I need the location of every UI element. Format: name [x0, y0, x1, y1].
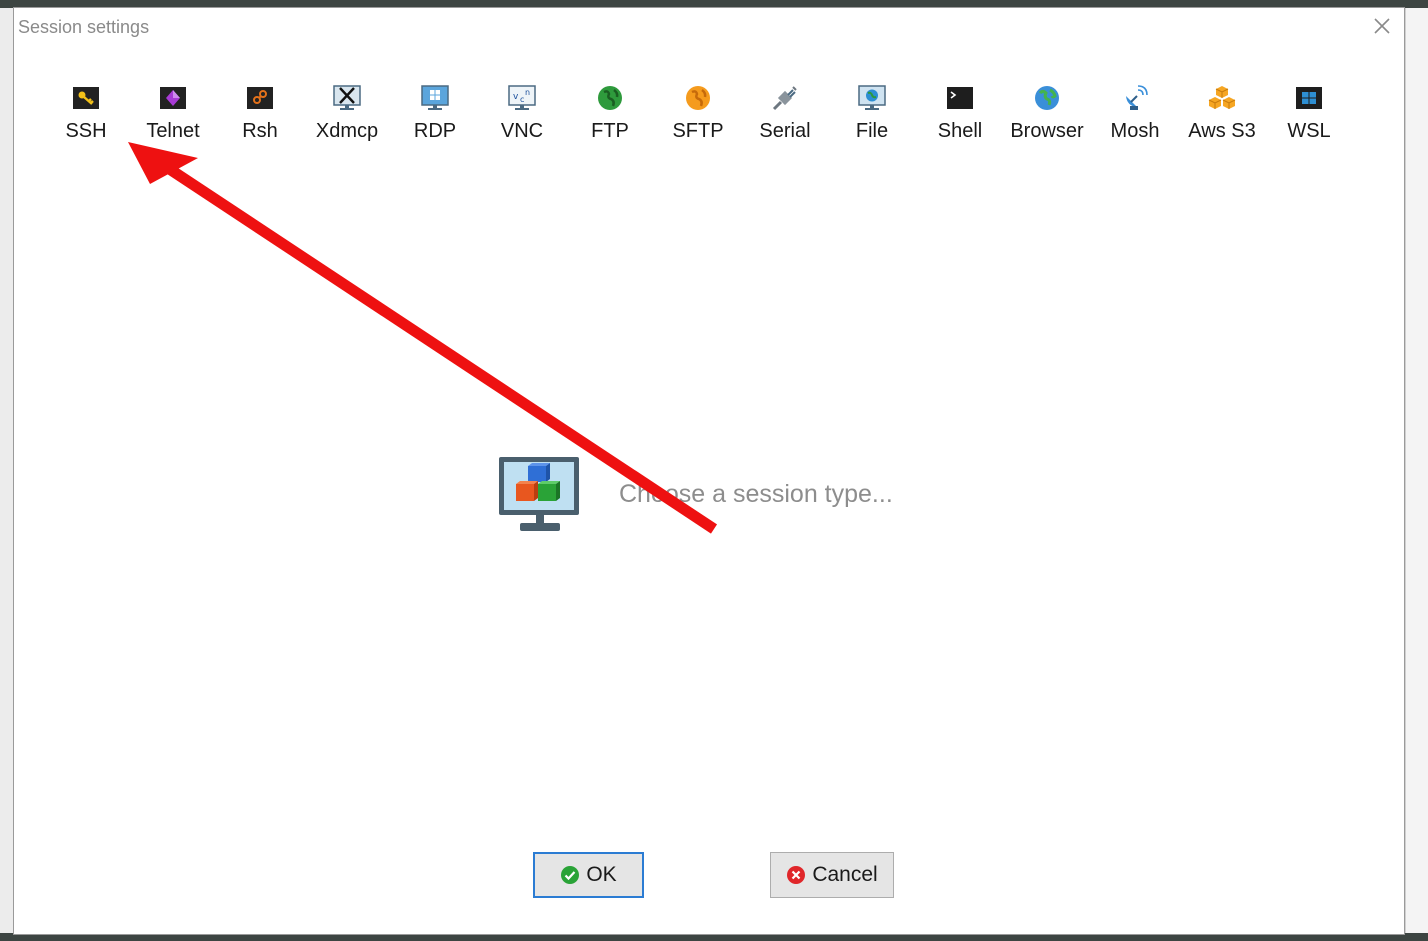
- session-type-rdp[interactable]: RDP: [391, 80, 479, 143]
- session-type-label: Rsh: [242, 120, 278, 142]
- session-type-aws-s3[interactable]: Aws S3: [1178, 80, 1266, 143]
- cancel-x-icon: [787, 866, 806, 884]
- check-icon: [561, 866, 580, 884]
- terminal-icon: [947, 87, 973, 109]
- session-type-label: Serial: [759, 120, 811, 142]
- session-type-label: VNC: [500, 120, 544, 142]
- satellite-icon: [1126, 85, 1148, 110]
- session-type-telnet[interactable]: Telnet: [129, 80, 217, 143]
- ok-button[interactable]: OK: [533, 852, 644, 898]
- telnet-icon: [160, 87, 186, 109]
- session-type-label: Aws S3: [1188, 120, 1256, 142]
- session-type-label: File: [855, 120, 889, 142]
- close-button[interactable]: [1366, 10, 1398, 42]
- session-type-label: SFTP: [672, 120, 724, 142]
- session-type-serial[interactable]: Serial: [741, 80, 829, 143]
- rdp-icon: [421, 85, 449, 110]
- key-icon: [73, 87, 99, 109]
- session-monitor-illustration: [499, 457, 579, 531]
- windows-icon: [1296, 87, 1322, 109]
- vnc-icon: v c n: [508, 85, 536, 110]
- cancel-label: Cancel: [812, 863, 878, 886]
- cancel-button[interactable]: Cancel: [770, 852, 894, 898]
- svg-text:v: v: [513, 92, 519, 102]
- sftp-globe-icon: [686, 86, 710, 110]
- session-type-ftp[interactable]: FTP: [566, 80, 654, 143]
- session-type-file[interactable]: File: [828, 80, 916, 143]
- session-type-label: Xdmcp: [315, 120, 379, 142]
- session-type-label: Telnet: [146, 120, 200, 142]
- file-monitor-icon: [858, 85, 886, 110]
- session-type-label: Browser: [1010, 120, 1084, 142]
- session-type-label: RDP: [413, 120, 457, 142]
- session-type-vnc[interactable]: v c n VNC: [478, 80, 566, 143]
- session-type-xdmcp[interactable]: Xdmcp: [303, 80, 391, 143]
- svg-text:n: n: [525, 88, 530, 97]
- session-settings-dialog: Session settings SSH Telnet Rsh Xdmcp RD…: [13, 7, 1405, 935]
- session-type-wsl[interactable]: WSL: [1265, 80, 1353, 143]
- aws-cubes-icon: [1208, 86, 1236, 109]
- session-type-mosh[interactable]: Mosh: [1091, 80, 1179, 143]
- session-type-rsh[interactable]: Rsh: [216, 80, 304, 143]
- session-type-browser[interactable]: Browser: [1003, 80, 1091, 143]
- session-type-label: WSL: [1287, 120, 1331, 142]
- globe-icon: [1035, 86, 1059, 110]
- svg-text:c: c: [520, 95, 524, 104]
- ftp-globe-icon: [598, 86, 622, 110]
- xdmcp-icon: [333, 85, 361, 110]
- serial-plug-icon: [772, 86, 797, 111]
- session-type-label: SSH: [65, 120, 107, 142]
- dialog-titlebar: Session settings: [14, 8, 1404, 44]
- session-type-label: FTP: [591, 120, 629, 142]
- session-type-toolbar: SSH Telnet Rsh Xdmcp RDP v c n VNC FTP S…: [42, 80, 1372, 160]
- background-window-right-edge: [1405, 8, 1428, 933]
- ok-label: OK: [586, 863, 617, 886]
- session-type-sftp[interactable]: SFTP: [654, 80, 742, 143]
- choose-session-hint: Choose a session type...: [619, 480, 893, 508]
- session-type-label: Shell: [937, 120, 983, 142]
- session-type-label: Mosh: [1110, 120, 1160, 142]
- dialog-title: Session settings: [18, 17, 150, 37]
- close-icon: [1374, 18, 1390, 34]
- session-type-ssh[interactable]: SSH: [42, 80, 130, 143]
- background-window-left-edge: [0, 8, 14, 933]
- session-type-shell[interactable]: Shell: [916, 80, 1004, 143]
- rsh-icon: [247, 87, 273, 109]
